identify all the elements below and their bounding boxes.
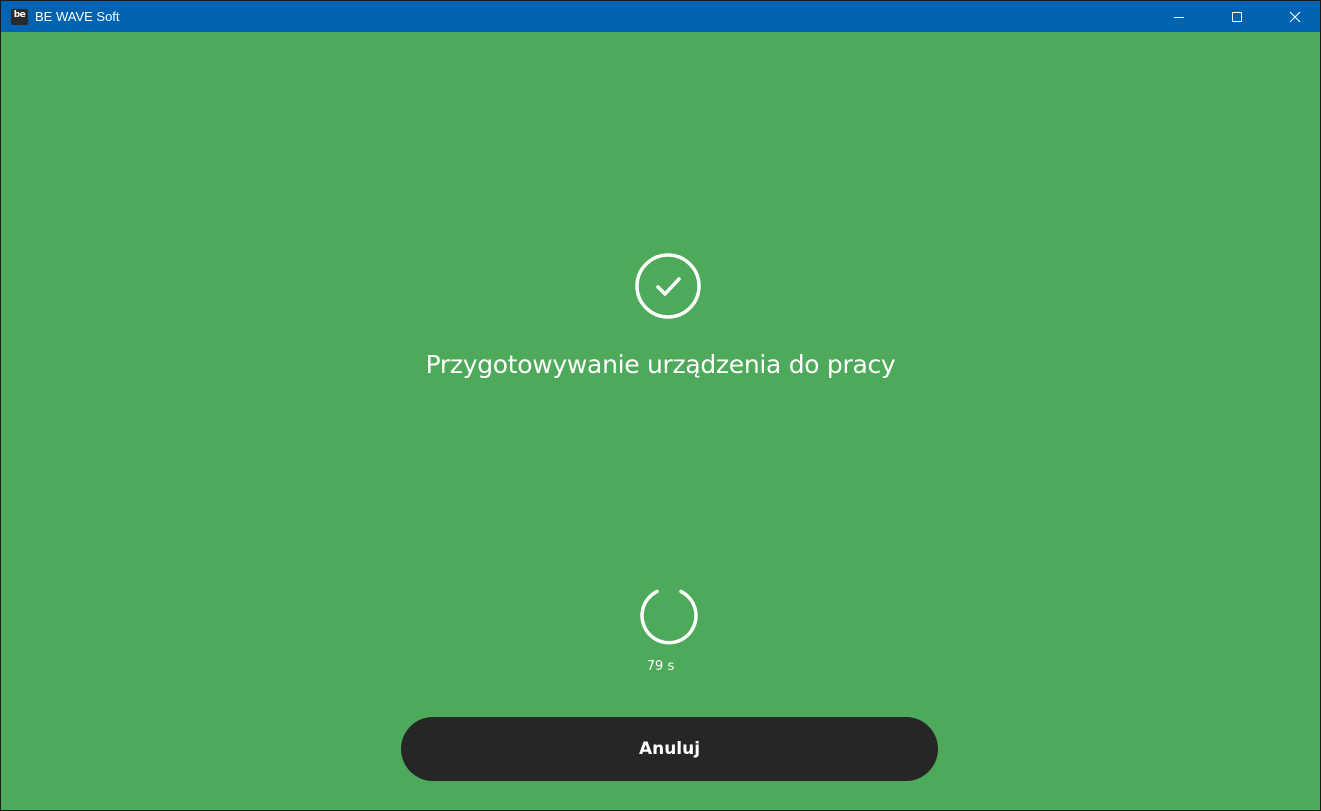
check-circle-icon — [635, 253, 701, 319]
app-icon-label: be — [13, 10, 26, 20]
app-window: be BE WAVE Soft Przygotowywanie urządzen… — [0, 0, 1321, 811]
minimize-icon — [1174, 16, 1184, 18]
close-button[interactable] — [1272, 1, 1318, 32]
maximize-icon — [1232, 11, 1242, 22]
countdown-timer: 79 s — [646, 659, 675, 674]
cancel-button-label: Anuluj — [638, 739, 701, 759]
minimize-button[interactable] — [1156, 1, 1202, 32]
window-title: BE WAVE Soft — [35, 9, 120, 24]
app-icon: be — [11, 9, 28, 25]
maximize-button[interactable] — [1214, 1, 1260, 32]
page-title: Przygotowywanie urządzenia do pracy — [425, 350, 896, 379]
close-icon — [1289, 11, 1301, 22]
title-bar[interactable]: be BE WAVE Soft — [1, 1, 1320, 32]
loading-spinner-icon — [640, 589, 698, 645]
cancel-button[interactable]: Anuluj — [401, 717, 938, 781]
main-content: Przygotowywanie urządzenia do pracy 79 s… — [1, 32, 1320, 810]
